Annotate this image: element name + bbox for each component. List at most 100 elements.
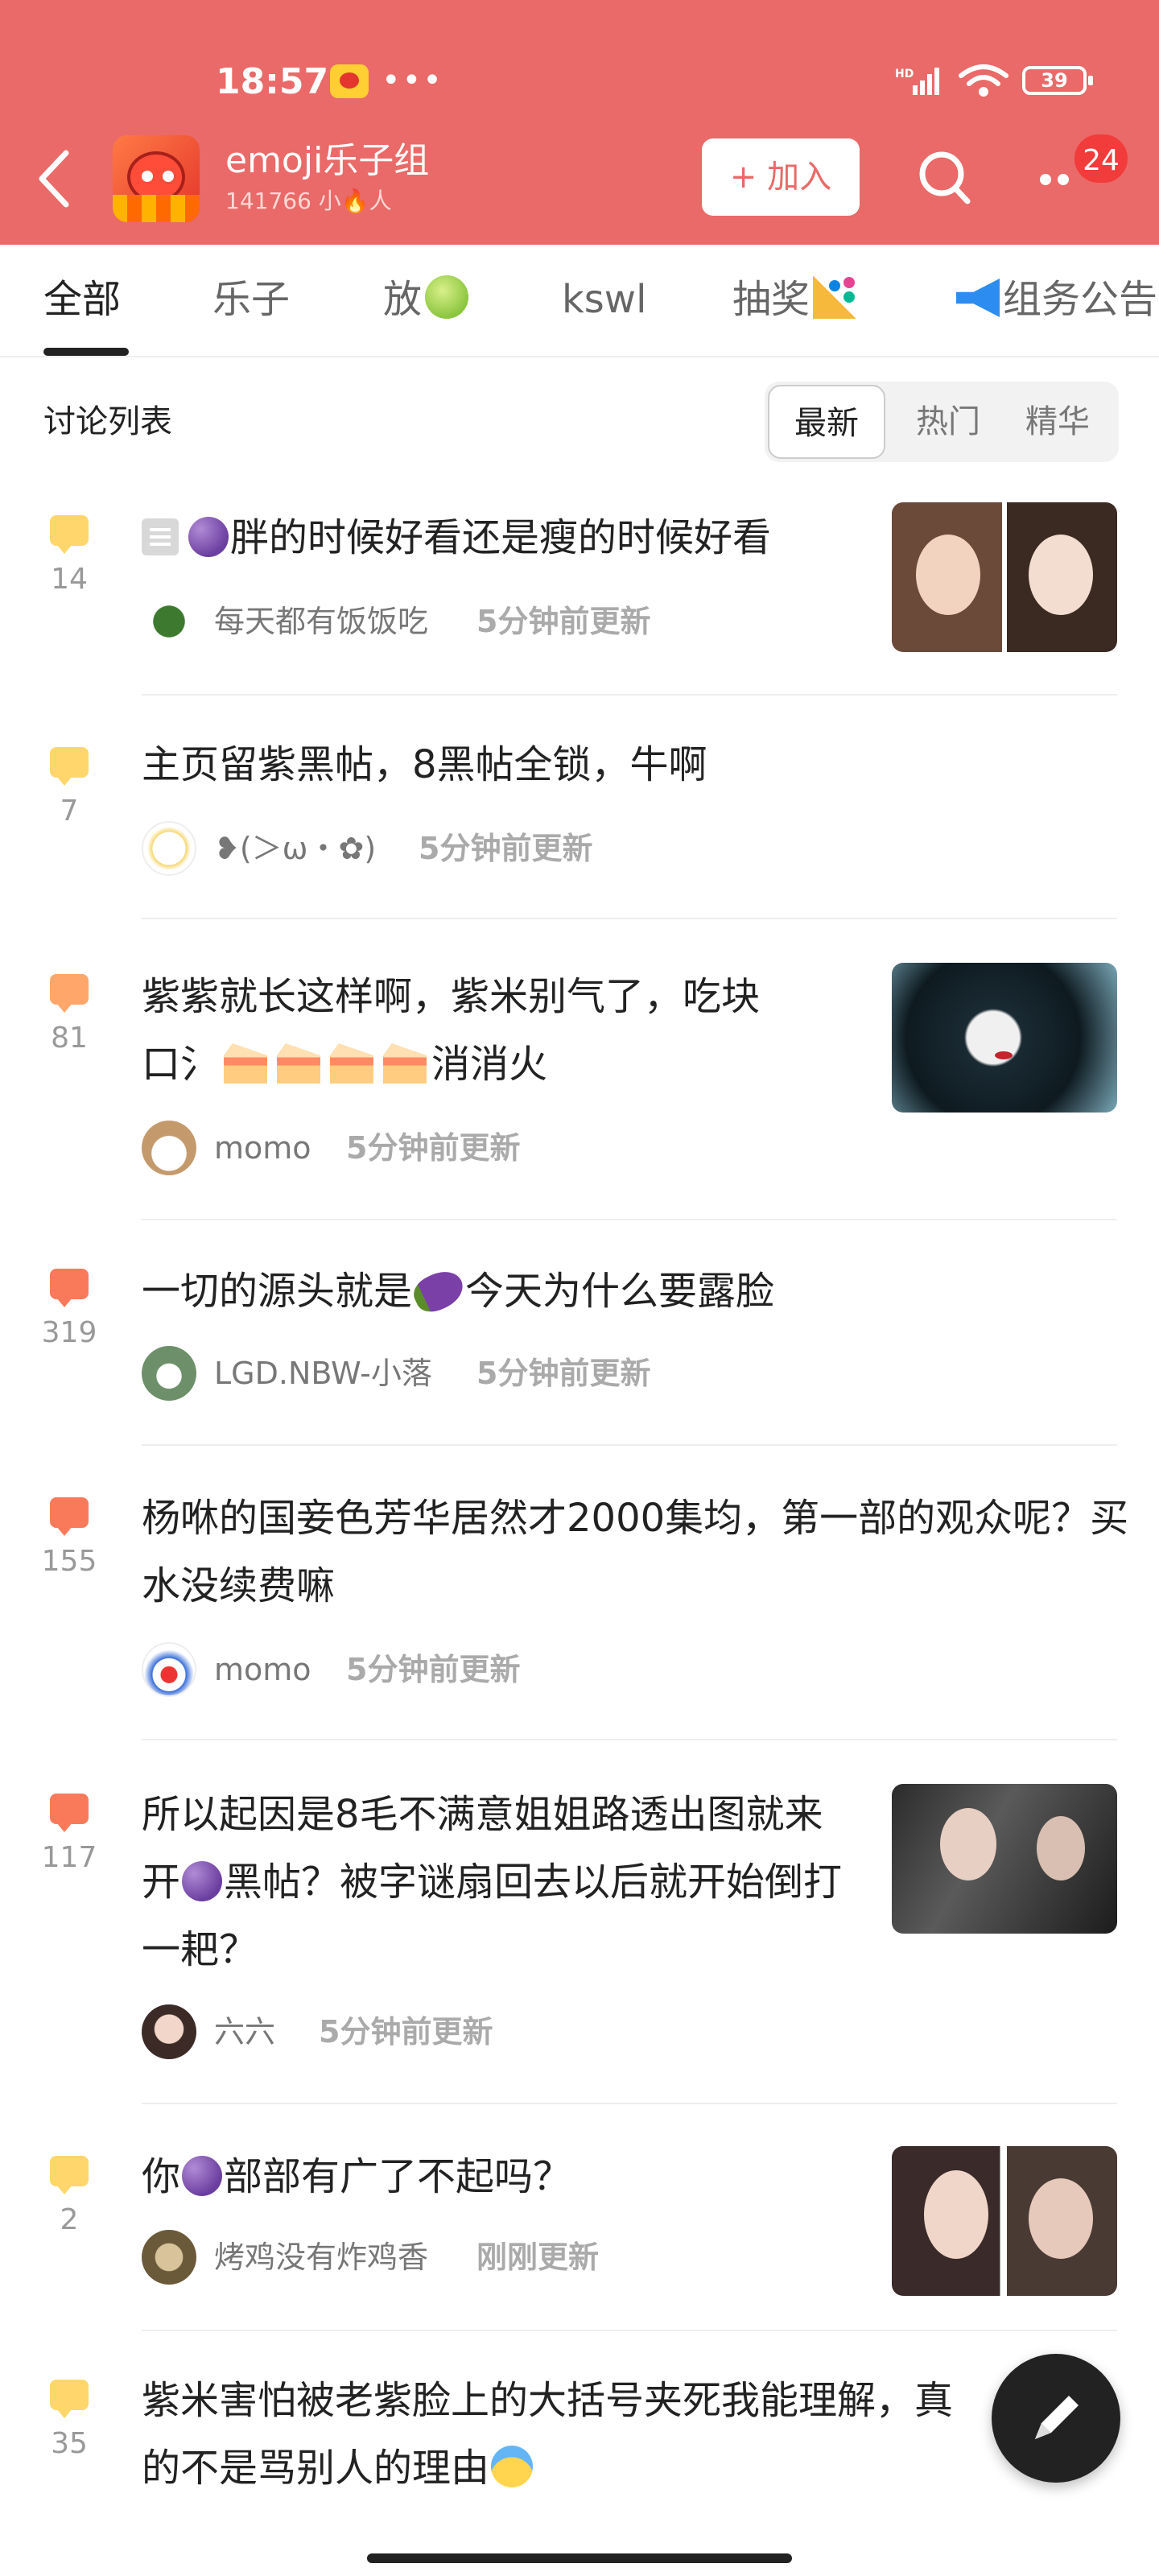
- tab-fang-label: 放: [383, 277, 423, 322]
- divider: [142, 1444, 1117, 1446]
- grape-icon: [182, 2156, 223, 2196]
- author-avatar[interactable]: [142, 821, 196, 876]
- melon-icon: [425, 275, 469, 319]
- post-title-text: 部部有广了不起吗？: [224, 2154, 572, 2199]
- comment-count: 35: [51, 2427, 88, 2460]
- post-title: 紫米害怕被老紫脸上的大括号夹死我能理解，真的不是骂别人的理由: [142, 2367, 987, 2502]
- tab-kswl[interactable]: kswl: [562, 274, 646, 325]
- tab-all[interactable]: 全部: [43, 274, 121, 325]
- post-title-text: 胖的时候好看还是瘦的时候好看: [230, 515, 772, 560]
- group-avatar[interactable]: [113, 135, 200, 222]
- signal-icon: HD: [895, 68, 939, 95]
- notification-badge: 24: [1072, 132, 1130, 185]
- cake-icon: [383, 1043, 427, 1084]
- author-name[interactable]: LGD.NBW-小落: [214, 1346, 432, 1401]
- author-name[interactable]: ❥(＞ω・✿): [214, 821, 376, 876]
- author-name[interactable]: 烤鸡没有炸鸡香: [214, 2230, 428, 2285]
- post-thumbnail[interactable]: [892, 963, 1117, 1113]
- post-title-text: 今天为什么要露脸: [465, 1269, 775, 1314]
- post-title-text: 消消火: [431, 1042, 548, 1087]
- party-popper-icon: [813, 275, 857, 319]
- sort-switch: 最新 热门 精华: [765, 382, 1119, 462]
- wifi-icon: [959, 64, 1008, 97]
- document-icon: [142, 518, 179, 555]
- compose-post-button[interactable]: [992, 2354, 1120, 2483]
- author-name[interactable]: 六六: [214, 2004, 275, 2059]
- home-indicator: [367, 2553, 792, 2563]
- weibo-notification-icon: [330, 64, 369, 98]
- tab-lottery-label: 抽奖: [732, 277, 810, 322]
- network-type: HD: [895, 68, 914, 80]
- group-header: 18:57 ••• HD 39 emoji乐子组 141766 小🔥人 + 加入: [0, 0, 1159, 245]
- cake-icon: [224, 1043, 268, 1084]
- author-avatar[interactable]: [142, 1121, 196, 1175]
- author-avatar[interactable]: [142, 2230, 196, 2285]
- author-avatar[interactable]: [142, 2004, 196, 2059]
- post-thumbnail[interactable]: [892, 502, 1117, 652]
- update-time: 5分钟前更新: [476, 1356, 651, 1391]
- comment-bubble-icon: [50, 974, 89, 1013]
- tab-lottery[interactable]: 抽奖: [732, 274, 857, 325]
- grape-icon: [188, 517, 229, 557]
- eggplant-icon: [408, 1264, 469, 1319]
- comment-count: 155: [41, 1545, 97, 1578]
- divider: [142, 2330, 1117, 2331]
- update-time: 5分钟前更新: [476, 604, 651, 639]
- comment-bubble-icon: [50, 747, 89, 786]
- discussion-list-title: 讨论列表: [43, 403, 172, 440]
- divider: [142, 2103, 1117, 2104]
- status-more-indicator: •••: [382, 62, 443, 99]
- post-thumbnail[interactable]: [892, 2146, 1117, 2296]
- comment-bubble-icon: [50, 2156, 89, 2194]
- post-thumbnail[interactable]: [892, 1784, 1117, 1934]
- search-icon[interactable]: [914, 145, 975, 209]
- post-title-text: 你: [142, 2154, 181, 2199]
- author-name[interactable]: 每天都有饭饭吃: [214, 594, 428, 649]
- author-name[interactable]: momo: [214, 1121, 311, 1175]
- post-title-text: 口氵: [142, 1042, 220, 1087]
- join-group-button[interactable]: + 加入: [702, 138, 860, 216]
- group-name[interactable]: emoji乐子组: [225, 138, 429, 184]
- post-title-text: 紫米害怕被老紫脸上的大括号夹死我能理解，真的不是骂别人的理由: [142, 2378, 954, 2491]
- post-title-text: 紫紫就长这样啊，紫米别气了，吃块: [142, 974, 761, 1019]
- post-title-text: 黑帖？被字谜扇回去以后就开始倒打一耙？: [142, 1860, 843, 1972]
- post-title-text: 一切的源头就是: [142, 1269, 413, 1314]
- back-arrow-icon[interactable]: [32, 147, 80, 211]
- update-time: 5分钟前更新: [419, 831, 593, 866]
- author-name[interactable]: momo: [214, 1642, 311, 1697]
- status-time: 18:57: [216, 61, 329, 102]
- comment-count: 319: [41, 1316, 97, 1349]
- tab-announcement-label: 组务公告: [1003, 277, 1158, 322]
- update-time: 5分钟前更新: [346, 1130, 521, 1166]
- author-avatar[interactable]: [142, 1642, 196, 1697]
- comment-bubble-icon: [50, 2380, 89, 2418]
- comment-bubble-icon: [50, 1269, 89, 1307]
- post-title: 主页留紫黑帖，8黑帖全锁，牛啊: [142, 742, 707, 787]
- scared-face-icon: [491, 2446, 534, 2487]
- tab-lezi[interactable]: 乐子: [212, 274, 290, 325]
- tab-announcement[interactable]: 组务公告: [956, 274, 1157, 325]
- author-avatar[interactable]: [142, 1346, 196, 1401]
- cake-icon: [330, 1043, 374, 1084]
- comment-bubble-icon: [50, 1497, 89, 1536]
- tab-fang[interactable]: 放: [383, 274, 469, 325]
- sort-latest-button[interactable]: 最新: [768, 385, 885, 459]
- update-time: 5分钟前更新: [319, 2014, 493, 2050]
- pen-icon: [1035, 2396, 1079, 2439]
- update-time: 刚刚更新: [476, 2240, 600, 2275]
- sort-hot-button[interactable]: 热门: [897, 382, 1000, 462]
- post-title: 一切的源头就是 今天为什么要露脸: [142, 1257, 1132, 1325]
- status-bar: 18:57 ••• HD 39: [0, 56, 1159, 108]
- comment-bubble-icon: [50, 515, 89, 554]
- battery-indicator: 39: [1022, 66, 1093, 95]
- post-title: 所以起因是8毛不满意姐姐路透出图就来开 黑帖？被字谜扇回去以后就开始倒打一耙？: [142, 1781, 850, 1984]
- active-tab-indicator: [43, 348, 129, 356]
- sort-featured-button[interactable]: 精华: [1006, 382, 1109, 462]
- grape-icon: [182, 1861, 223, 1901]
- megaphone-icon: [956, 279, 1000, 317]
- divider: [142, 694, 1117, 696]
- post-title: 紫紫就长这样啊，紫米别气了，吃块 口氵 消消火: [142, 963, 850, 1098]
- comment-count: 7: [60, 795, 79, 828]
- author-avatar[interactable]: [142, 594, 196, 649]
- category-tabs: 全部 乐子 放 kswl 抽奖 组务公告: [0, 245, 1159, 357]
